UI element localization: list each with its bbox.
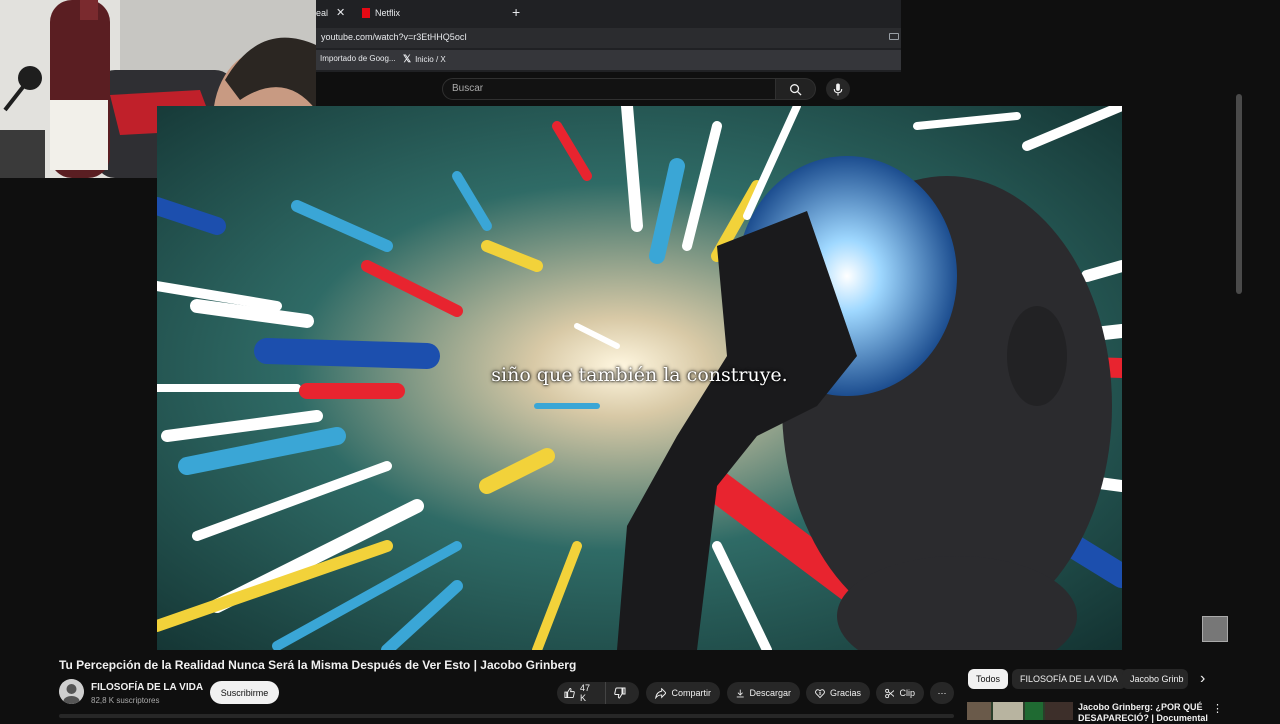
description-box-edge <box>59 714 954 718</box>
search-input[interactable] <box>442 78 776 100</box>
search-placeholder: Buscar <box>452 83 484 94</box>
new-tab-button[interactable]: + <box>512 4 520 20</box>
microphone-icon <box>833 82 843 96</box>
download-icon <box>736 689 744 697</box>
share-icon <box>655 687 667 699</box>
miniplayer-thumbnail[interactable] <box>1202 616 1228 642</box>
video-caption: siño que también la construye. <box>491 364 788 386</box>
voice-search-button[interactable] <box>826 78 850 100</box>
cast-icon[interactable] <box>889 33 899 40</box>
bookmark-x[interactable]: 𝕏 Inicio / X <box>403 54 446 65</box>
share-label: Compartir <box>671 688 711 698</box>
clip-label: Clip <box>899 688 915 698</box>
thumbs-up-icon <box>564 687 575 699</box>
chip-jacobo[interactable]: Jacobo Grinb <box>1122 669 1188 689</box>
download-label: Descargar <box>749 688 791 698</box>
subscribe-button[interactable]: Suscribirme <box>210 681 279 704</box>
bookmark-label: Inicio / X <box>415 55 446 64</box>
chevron-right-icon[interactable]: › <box>1200 670 1205 688</box>
url-text[interactable]: youtube.com/watch?v=r3EtHHQ5ocI <box>321 32 467 42</box>
recommendation-thumbnail[interactable] <box>967 702 1073 720</box>
like-count: 47 K <box>580 683 591 703</box>
more-icon: ⋯ <box>937 687 947 698</box>
chip-all[interactable]: Todos <box>968 669 1009 689</box>
tab-close-icon[interactable]: ✕ <box>336 6 345 19</box>
tab-label: eal <box>316 8 329 18</box>
thumbnail-image <box>967 702 1073 720</box>
bookmark-imported[interactable]: Importado de Goog... <box>320 54 396 63</box>
recommendation-title[interactable]: Jacobo Grinberg: ¿POR QUÉ DESAPARECIÓ? |… <box>1078 702 1208 724</box>
recommendation-menu-icon[interactable]: ⋮ <box>1212 702 1223 715</box>
tab-netflix[interactable]: Netflix <box>362 3 507 23</box>
channel-avatar[interactable] <box>59 679 84 704</box>
share-button[interactable]: Compartir <box>646 682 720 704</box>
thumbs-down-icon <box>614 687 626 699</box>
bookmark-label: Importado de Goog... <box>320 54 396 63</box>
clip-button[interactable]: Clip <box>876 682 924 704</box>
video-player[interactable]: siño que también la construye. <box>157 106 1122 650</box>
x-logo-icon: 𝕏 <box>403 54 412 65</box>
thanks-button[interactable]: $ Gracias <box>806 682 870 704</box>
channel-name[interactable]: FILOSOFÍA DE LA VIDA <box>91 682 203 693</box>
dislike-button[interactable] <box>606 682 639 704</box>
netflix-logo-icon <box>362 8 370 18</box>
search-icon <box>790 83 802 96</box>
thanks-heart-icon: $ <box>815 688 825 698</box>
page-scrollbar[interactable] <box>1236 94 1242 294</box>
scissors-icon <box>885 688 895 698</box>
search-button[interactable] <box>776 78 816 100</box>
like-dislike-group: 47 K <box>557 682 639 704</box>
chip-channel[interactable]: FILOSOFÍA DE LA VIDA <box>1012 669 1127 689</box>
video-title: Tu Percepción de la Realidad Nunca Será … <box>59 658 577 672</box>
download-button[interactable]: Descargar <box>727 682 800 704</box>
svg-text:$: $ <box>819 690 822 695</box>
tab-label: Netflix <box>375 8 401 18</box>
like-button[interactable]: 47 K <box>557 682 606 704</box>
more-actions-button[interactable]: ⋯ <box>930 682 954 704</box>
subscriber-count: 82,8 K suscriptores <box>91 696 160 705</box>
avatar-image <box>59 679 84 704</box>
thanks-label: Gracias <box>829 688 861 698</box>
